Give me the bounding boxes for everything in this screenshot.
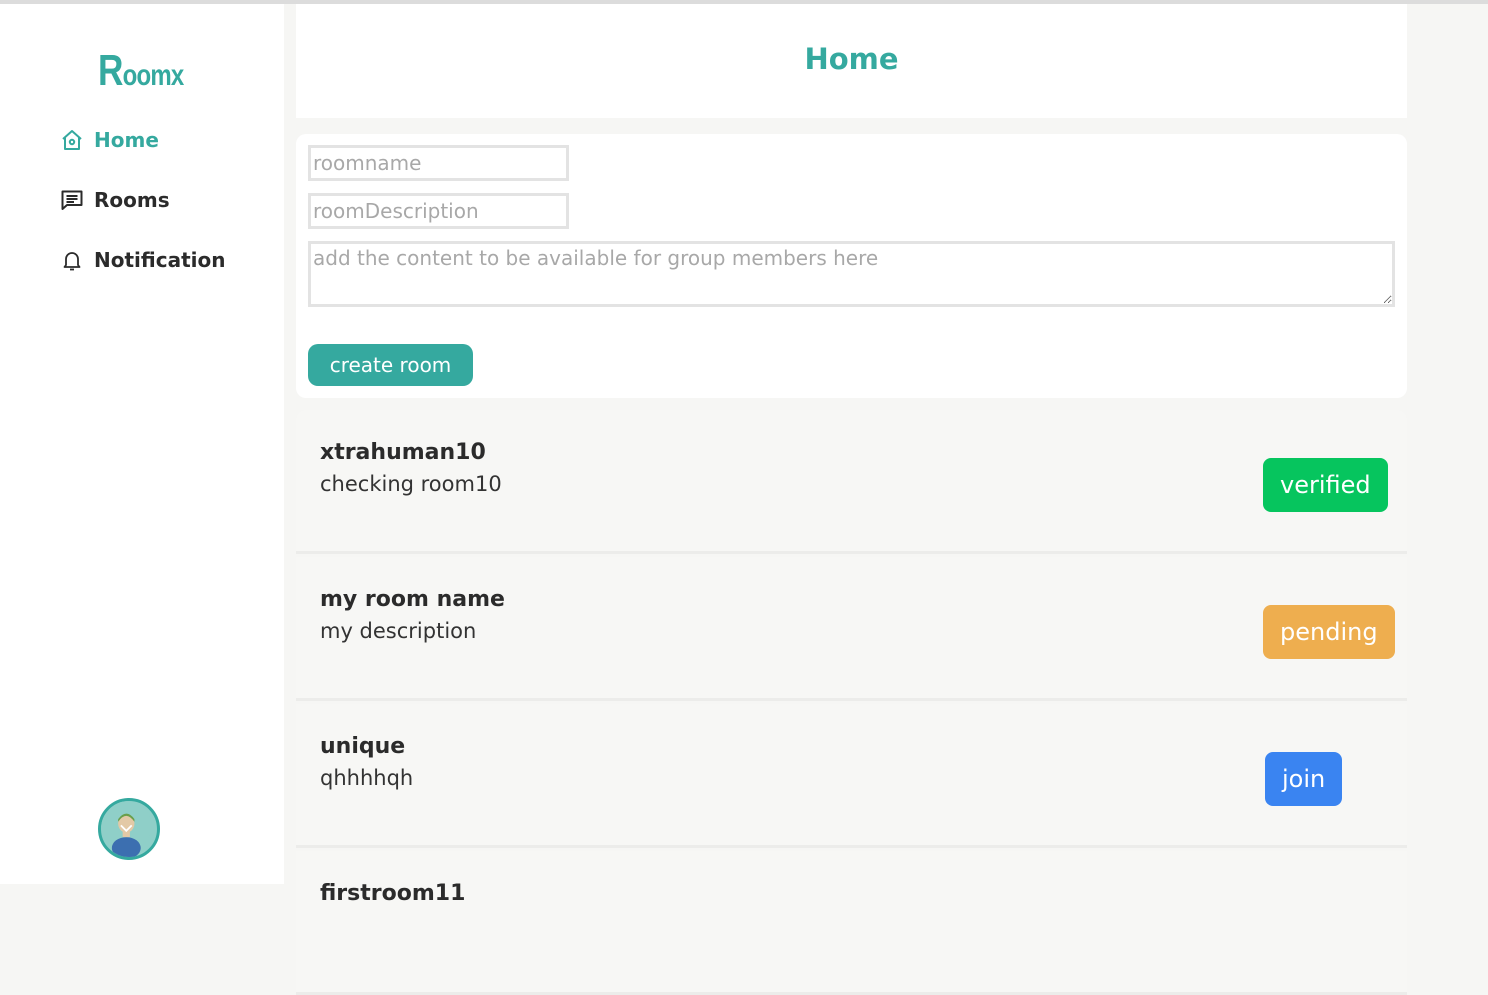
status-badge-verified[interactable]: verified: [1263, 458, 1388, 512]
sidebar-item-rooms[interactable]: Rooms: [60, 188, 170, 212]
sidebar-item-label: Notification: [94, 248, 226, 272]
status-badge-pending[interactable]: pending: [1263, 605, 1395, 659]
page-title: Home: [804, 42, 899, 76]
logo-text: oomx: [122, 59, 185, 92]
bell-icon: [63, 252, 81, 271]
room-name: unique: [320, 734, 406, 759]
room-description: my description: [320, 619, 477, 643]
room-description: checking room10: [320, 472, 502, 496]
avatar[interactable]: [98, 798, 160, 860]
sidebar-item-label: Rooms: [94, 188, 170, 212]
room-description-input[interactable]: [308, 193, 569, 229]
room-item[interactable]: firstroom11: [296, 851, 1407, 995]
chat-icon: [61, 190, 83, 210]
user-avatar-icon: [101, 801, 152, 857]
room-name: xtrahuman10: [320, 440, 486, 465]
room-item[interactable]: unique qhhhhqh join: [296, 704, 1407, 848]
page-header: Home: [296, 4, 1407, 118]
sidebar: Roomx Home Rooms Notification: [0, 4, 284, 884]
app-logo[interactable]: Roomx: [98, 46, 185, 96]
create-room-button[interactable]: create room: [308, 344, 473, 386]
room-item[interactable]: xtrahuman10 checking room10 verified: [296, 410, 1407, 554]
create-room-form: create room: [296, 134, 1407, 398]
room-item[interactable]: my room name my description pending: [296, 557, 1407, 701]
room-name: my room name: [320, 587, 505, 612]
sidebar-item-notification[interactable]: Notification: [60, 248, 225, 272]
room-content-textarea[interactable]: [308, 241, 1395, 307]
sidebar-item-label: Home: [94, 128, 159, 152]
room-name-input[interactable]: [308, 145, 569, 181]
sidebar-item-home[interactable]: Home: [60, 128, 159, 152]
room-name: firstroom11: [320, 881, 466, 906]
logo-initial: R: [98, 46, 123, 95]
room-description: qhhhhqh: [320, 766, 414, 790]
join-button[interactable]: join: [1265, 752, 1343, 806]
home-icon: [62, 130, 82, 150]
